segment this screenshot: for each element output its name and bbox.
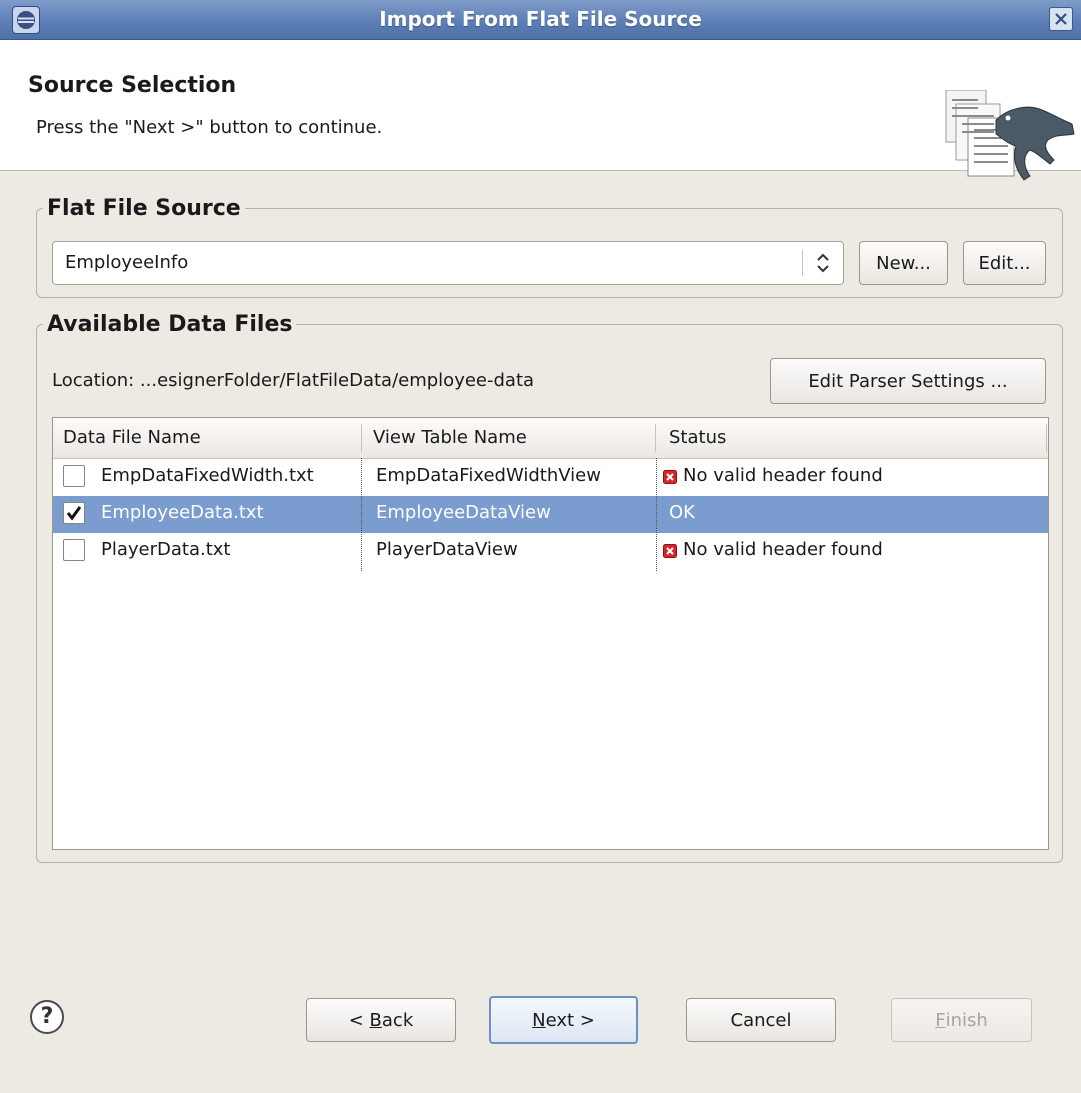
- back-button[interactable]: < Back: [306, 998, 456, 1042]
- edit-parser-settings-button[interactable]: Edit Parser Settings ...: [770, 358, 1046, 404]
- row-status: OK: [669, 502, 695, 523]
- cancel-button[interactable]: Cancel: [686, 998, 836, 1042]
- column-divider[interactable]: [361, 424, 362, 452]
- row-file-name: PlayerData.txt: [101, 539, 231, 560]
- row-status: No valid header found: [683, 465, 883, 486]
- row-view-name: EmployeeDataView: [376, 502, 551, 523]
- row-checkbox[interactable]: [63, 465, 85, 487]
- row-file-name: EmpDataFixedWidth.txt: [101, 465, 314, 486]
- flat-file-source-combobox[interactable]: EmployeeInfo: [52, 241, 844, 285]
- updown-arrows-icon[interactable]: [816, 252, 830, 274]
- edit-source-button[interactable]: Edit...: [963, 241, 1046, 285]
- column-header-view-table-name[interactable]: View Table Name: [373, 427, 527, 448]
- flat-file-source-legend: Flat File Source: [47, 196, 241, 221]
- next-button[interactable]: Next >: [489, 996, 638, 1044]
- next-label-rest: ext >: [545, 1009, 595, 1031]
- row-file-name: EmployeeData.txt: [101, 502, 264, 523]
- title-bar[interactable]: Import From Flat File Source: [0, 0, 1081, 40]
- column-divider[interactable]: [655, 424, 656, 452]
- page-description: Press the "Next >" button to continue.: [36, 117, 383, 138]
- column-header-data-file-name[interactable]: Data File Name: [63, 427, 201, 448]
- row-checkbox-checked[interactable]: [63, 502, 85, 524]
- location-label: Location: ...esignerFolder/FlatFileData/…: [52, 370, 535, 391]
- close-icon[interactable]: [1049, 7, 1073, 31]
- back-label-rest: ack: [381, 1009, 414, 1031]
- row-checkbox[interactable]: [63, 539, 85, 561]
- wizard-banner-icon: [945, 90, 1075, 181]
- help-icon[interactable]: ?: [30, 1000, 64, 1034]
- flat-file-source-value: EmployeeInfo: [65, 252, 189, 273]
- error-icon: [663, 470, 677, 484]
- finish-mnemonic: F: [935, 1009, 946, 1031]
- new-source-button[interactable]: New...: [859, 241, 948, 285]
- data-files-table[interactable]: Data File Name View Table Name Status Em…: [52, 417, 1049, 850]
- row-view-name: EmpDataFixedWidthView: [376, 465, 601, 486]
- back-mnemonic: B: [369, 1009, 382, 1031]
- column-divider[interactable]: [1046, 424, 1047, 452]
- table-row[interactable]: EmpDataFixedWidth.txt EmpDataFixedWidthV…: [53, 459, 1048, 496]
- table-row-selected[interactable]: EmployeeData.txt EmployeeDataView OK: [53, 496, 1048, 533]
- row-status: No valid header found: [683, 539, 883, 560]
- checkmark-icon: [66, 506, 82, 521]
- column-gridline: [656, 458, 657, 571]
- finish-button[interactable]: Finish: [891, 998, 1032, 1042]
- next-mnemonic: N: [532, 1009, 546, 1031]
- available-data-files-legend: Available Data Files: [47, 312, 293, 337]
- row-view-name: PlayerDataView: [376, 539, 518, 560]
- finish-label-rest: inish: [945, 1009, 988, 1031]
- column-header-status[interactable]: Status: [669, 427, 726, 448]
- combobox-divider: [802, 250, 803, 276]
- column-gridline: [361, 458, 362, 571]
- import-dialog: Import From Flat File Source Source Sele…: [0, 0, 1081, 1093]
- back-prefix: <: [348, 1009, 370, 1031]
- table-header: Data File Name View Table Name Status: [53, 418, 1048, 459]
- error-icon: [663, 544, 677, 558]
- page-title: Source Selection: [28, 73, 237, 98]
- window-title: Import From Flat File Source: [379, 7, 702, 31]
- table-row[interactable]: PlayerData.txt PlayerDataView No valid h…: [53, 533, 1048, 570]
- wizard-header: Source Selection Press the "Next >" butt…: [0, 40, 1081, 181]
